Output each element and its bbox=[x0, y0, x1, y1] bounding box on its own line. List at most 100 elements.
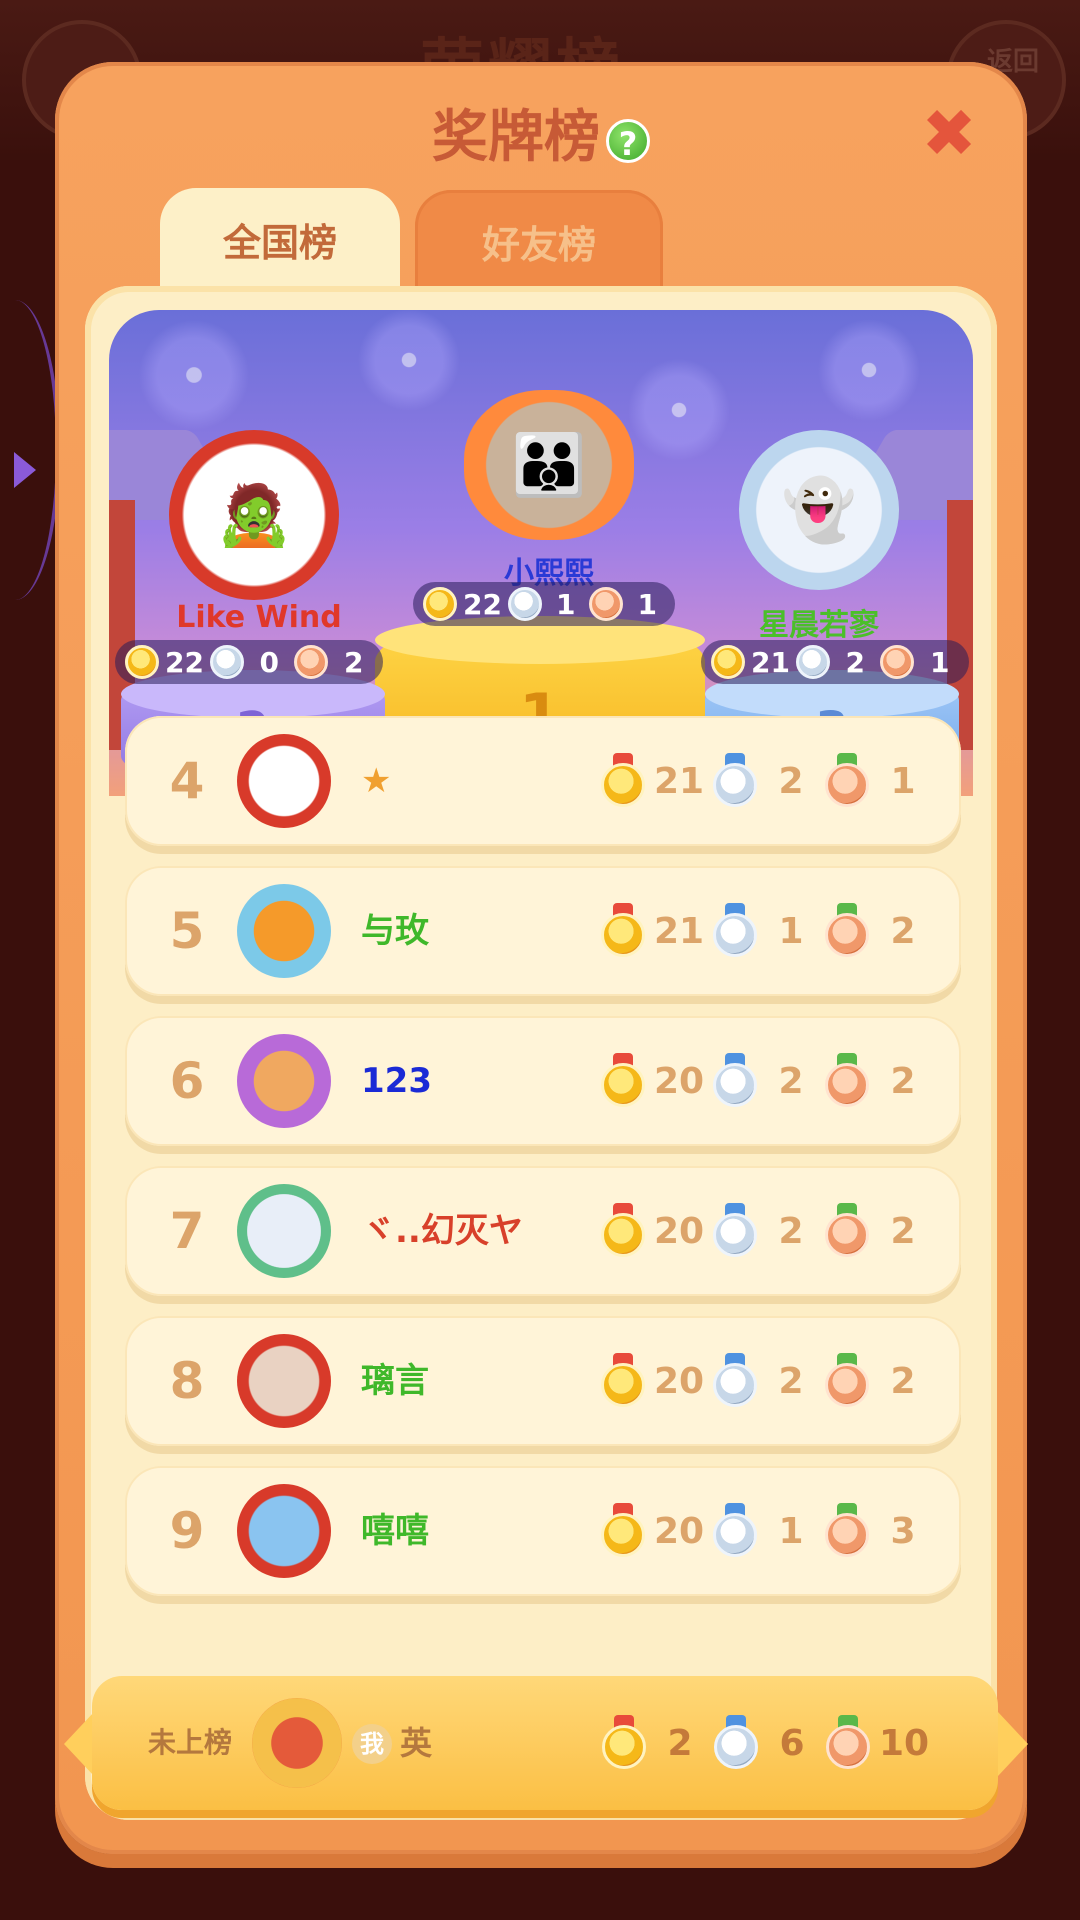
avatar-third[interactable]: 👻 bbox=[739, 430, 899, 590]
bronze-count: 1 bbox=[637, 587, 657, 621]
silver-medal-group: 2 bbox=[713, 753, 825, 809]
gold-count: 20 bbox=[653, 1210, 705, 1252]
gold-medal-group: 20 bbox=[601, 1353, 713, 1409]
silver-medal-group: 1 bbox=[713, 1503, 825, 1559]
silver-medal-icon bbox=[713, 1203, 757, 1259]
my-rank-label: 未上榜 bbox=[148, 1726, 233, 1759]
silver-medal-group: 1 bbox=[713, 903, 825, 959]
gold-medal-icon bbox=[602, 1715, 646, 1771]
silver-count: 1 bbox=[778, 1510, 804, 1552]
player-name: 璃言 bbox=[361, 1361, 429, 1401]
bronze-medal-icon bbox=[825, 1053, 869, 1109]
gold-count: 22 bbox=[165, 645, 204, 679]
silver-count: 1 bbox=[555, 587, 576, 621]
rank-number: 7 bbox=[169, 1202, 205, 1260]
silver-count: 2 bbox=[778, 1360, 804, 1402]
rank-number: 5 bbox=[169, 902, 205, 960]
table-row[interactable]: 9 嘻嘻 20 1 3 bbox=[125, 1466, 961, 1596]
gold-medal-icon bbox=[423, 587, 457, 621]
penguin-avatar[interactable] bbox=[237, 1484, 331, 1578]
bronze-medal-icon bbox=[825, 1203, 869, 1259]
table-row[interactable]: 4 ★ 21 2 1 bbox=[125, 716, 961, 846]
gold-count: 21 bbox=[653, 910, 705, 952]
firework bbox=[809, 310, 929, 430]
silver-count: 2 bbox=[778, 1060, 804, 1102]
bronze-medal-group: 2 bbox=[825, 1203, 937, 1259]
gold-count: 20 bbox=[653, 1510, 705, 1552]
my-avatar[interactable] bbox=[252, 1698, 342, 1788]
close-icon[interactable]: ✖ bbox=[919, 101, 979, 167]
tab-friends[interactable]: 好友榜 bbox=[415, 190, 663, 300]
straw-hat-avatar[interactable] bbox=[237, 734, 331, 828]
help-icon[interactable]: ? bbox=[606, 118, 650, 163]
ghost-icon: 👻 bbox=[781, 475, 857, 546]
tab-national[interactable]: 全国榜 bbox=[160, 188, 400, 298]
bronze-count: 1 bbox=[930, 645, 950, 679]
row-medals: 20 2 2 bbox=[601, 1316, 941, 1446]
silver-medal-group: 2 bbox=[713, 1053, 825, 1109]
table-row[interactable]: 8 璃言 20 2 2 bbox=[125, 1316, 961, 1446]
bronze-medal-group: 3 bbox=[825, 1503, 937, 1559]
silver-medal-icon bbox=[713, 903, 757, 959]
rank-number: 8 bbox=[169, 1352, 205, 1410]
gold-medal-group: 21 bbox=[601, 903, 713, 959]
bronze-medal-icon bbox=[880, 645, 915, 679]
silver-medal-icon bbox=[713, 1053, 757, 1109]
silver-count: 1 bbox=[778, 910, 804, 952]
gold-medal-group: 20 bbox=[601, 1203, 713, 1259]
panel-title: 奖牌榜 bbox=[432, 105, 600, 170]
photo-avatar[interactable] bbox=[237, 1184, 331, 1278]
side-arrow-icon bbox=[14, 452, 36, 488]
my-rank-bar[interactable]: 未上榜 我 英 2 6 10 bbox=[92, 1676, 998, 1810]
sun-avatar[interactable] bbox=[237, 884, 331, 978]
row-medals: 20 2 2 bbox=[601, 1166, 941, 1296]
gold-medal-icon bbox=[601, 1053, 645, 1109]
gold-medal-icon bbox=[601, 753, 645, 809]
bronze-medal-icon bbox=[825, 1503, 869, 1559]
row-medals: 20 1 3 bbox=[601, 1466, 941, 1596]
my-rank-bar-point-left bbox=[64, 1712, 94, 1776]
firework bbox=[349, 310, 469, 420]
bronze-count: 3 bbox=[890, 1510, 916, 1552]
bronze-medal-icon bbox=[294, 645, 329, 679]
rank-number: 4 bbox=[169, 752, 205, 810]
zombie-icon: 🧟 bbox=[216, 480, 292, 551]
silver-medal-icon bbox=[713, 1353, 757, 1409]
podium-medals-first: 22 1 1 bbox=[413, 582, 675, 626]
bronze-medal-group: 2 bbox=[825, 1053, 937, 1109]
table-row[interactable]: 6 123 20 2 2 bbox=[125, 1016, 961, 1146]
gold-medal-group: 20 bbox=[601, 1503, 713, 1559]
rank-number: 9 bbox=[169, 1502, 205, 1560]
gold-count: 21 bbox=[653, 760, 705, 802]
bronze-medal-icon bbox=[825, 903, 869, 959]
player-name: 与玫 bbox=[361, 911, 429, 951]
gold-medal-icon bbox=[601, 903, 645, 959]
photo-avatar[interactable] bbox=[237, 1334, 331, 1428]
table-row[interactable]: 7 ヾ..幻灭ヤ 20 2 2 bbox=[125, 1166, 961, 1296]
my-medals: 2 6 10 bbox=[602, 1676, 942, 1810]
silver-count: 2 bbox=[778, 1210, 804, 1252]
silver-medal-icon bbox=[713, 1503, 757, 1559]
rap-cat-avatar[interactable] bbox=[237, 1034, 331, 1128]
bronze-medal-group: 10 bbox=[826, 1715, 938, 1771]
player-name: ★ bbox=[361, 761, 392, 801]
silver-count: 2 bbox=[778, 760, 804, 802]
table-row[interactable]: 5 与玫 21 1 2 bbox=[125, 866, 961, 996]
panel-title-wrap: 奖牌榜? bbox=[55, 92, 1027, 173]
avatar-second[interactable]: 🧟 bbox=[169, 430, 339, 600]
rank-number: 6 bbox=[169, 1052, 205, 1110]
leaderboard-content[interactable]: 1 2 3 👪 🧟 👻 小熙熙 Like Wind 星晨若寥 22 1 1 22… bbox=[85, 286, 997, 1820]
podium-medals-third: 21 2 1 bbox=[701, 640, 969, 684]
bronze-medal-group: 2 bbox=[825, 903, 937, 959]
gold-count: 20 bbox=[653, 1060, 705, 1102]
gold-medal-icon bbox=[601, 1203, 645, 1259]
podium-name-second: Like Wind bbox=[176, 600, 342, 635]
gold-medal-group: 20 bbox=[601, 1053, 713, 1109]
gold-count: 22 bbox=[463, 587, 502, 621]
bronze-medal-icon bbox=[825, 1353, 869, 1409]
gold-medal-icon bbox=[711, 645, 745, 679]
avatar-first[interactable]: 👪 bbox=[464, 390, 634, 540]
silver-count: 0 bbox=[259, 645, 279, 679]
silver-count: 6 bbox=[779, 1722, 805, 1764]
gold-medal-icon bbox=[601, 1503, 645, 1559]
